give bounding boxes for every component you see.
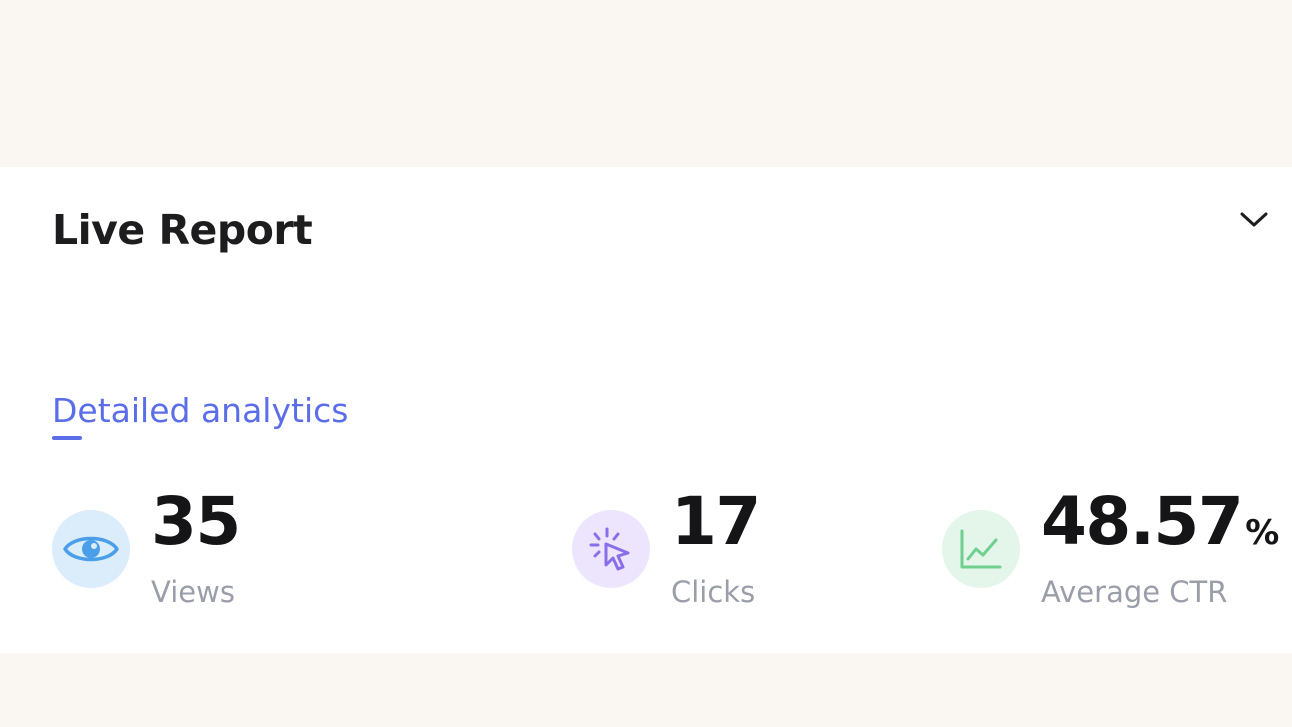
cursor-click-icon xyxy=(572,510,650,588)
views-value: 35 xyxy=(151,483,241,560)
line-chart-icon xyxy=(942,510,1020,588)
ctr-unit: % xyxy=(1245,513,1280,553)
clicks-label: Clicks xyxy=(671,575,756,609)
collapse-button[interactable] xyxy=(1232,202,1276,242)
ctr-label: Average CTR xyxy=(1041,575,1228,609)
active-tab-indicator xyxy=(52,436,82,440)
chevron-down-icon xyxy=(1239,211,1269,233)
tab-detailed-analytics[interactable]: Detailed analytics xyxy=(52,389,348,433)
ctr-number: 48.57 xyxy=(1041,483,1244,560)
ctr-value: 48.57% xyxy=(1041,484,1279,571)
views-label: Views xyxy=(151,575,235,609)
clicks-value: 17 xyxy=(671,483,761,560)
live-report-title: Live Report xyxy=(52,206,313,254)
eye-icon xyxy=(52,510,130,588)
